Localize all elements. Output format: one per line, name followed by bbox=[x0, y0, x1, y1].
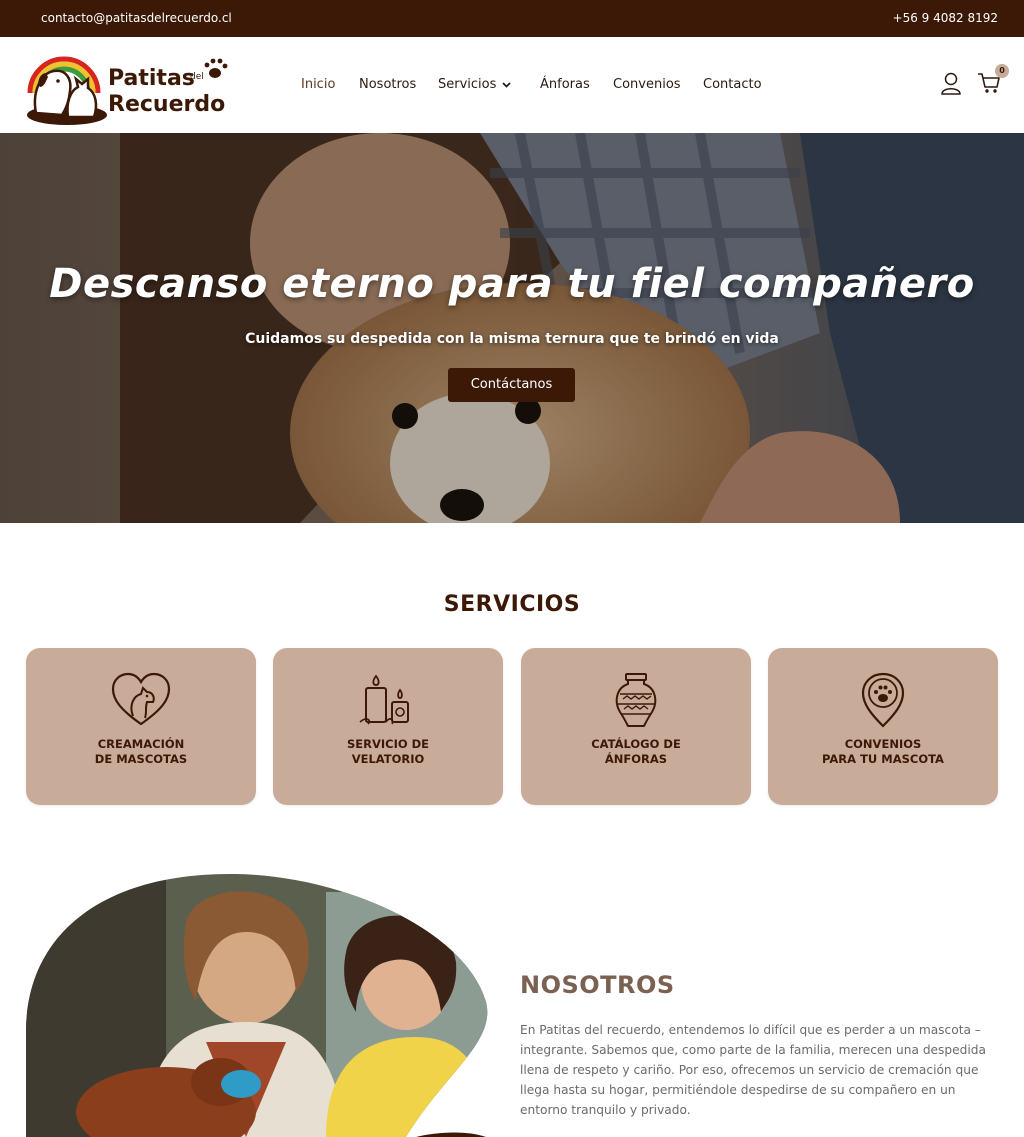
hero-subtitle: Cuidamos su despedida con la misma ternu… bbox=[245, 331, 779, 347]
service-card-cremacion[interactable]: CREAMACIÓN DE MASCOTAS bbox=[26, 648, 256, 805]
about-photo bbox=[26, 872, 488, 1137]
services-grid: CREAMACIÓN DE MASCOTAS SERVICIO DE VELATOR… bbox=[26, 648, 998, 806]
nav-contacto[interactable]: Contacto bbox=[703, 77, 762, 92]
user-icon[interactable] bbox=[940, 72, 962, 96]
nav-inicio[interactable]: Inicio bbox=[301, 77, 335, 92]
nav-nosotros[interactable]: Nosotros bbox=[359, 77, 416, 92]
nav-servicios-label: Servicios bbox=[438, 77, 497, 92]
hero-banner: Descanso eterno para tu fiel compañero C… bbox=[0, 133, 1024, 523]
nav-servicios[interactable]: Servicios bbox=[438, 77, 512, 92]
service-label: CONVENIOS PARA TU MASCOTA bbox=[822, 737, 944, 766]
service-label: CATÁLOGO DE ÁNFORAS bbox=[591, 737, 681, 766]
logo-graphic: Patitas del Recuerdo bbox=[27, 56, 228, 125]
hero-title: Descanso eterno para tu fiel compañero bbox=[49, 261, 975, 307]
top-bar: contacto@patitasdelrecuerdo.cl +56 9 408… bbox=[0, 0, 1024, 37]
logo-text-1: Patitas bbox=[108, 66, 195, 91]
contact-phone-link[interactable]: +56 9 4082 8192 bbox=[893, 11, 998, 25]
logo-text-del: del bbox=[190, 72, 204, 82]
chevron-down-icon bbox=[502, 77, 512, 92]
heart-pet-icon bbox=[111, 672, 171, 726]
service-card-velatorio[interactable]: SERVICIO DE VELATORIO bbox=[273, 648, 503, 805]
contact-button[interactable]: Contáctanos bbox=[448, 368, 575, 402]
site-logo[interactable]: Patitas del Recuerdo bbox=[22, 43, 232, 127]
cart-count-badge: 0 bbox=[995, 64, 1009, 78]
service-label: SERVICIO DE VELATORIO bbox=[346, 737, 430, 766]
candles-icon bbox=[359, 674, 409, 725]
about-title: NOSOTROS bbox=[520, 971, 675, 999]
service-label: CREAMACIÓN DE MASCOTAS bbox=[94, 737, 188, 766]
logo-text-2: Recuerdo bbox=[108, 92, 225, 117]
nav-anforas[interactable]: Ánforas bbox=[540, 77, 590, 92]
about-text: En Patitas del recuerdo, entendemos lo d… bbox=[520, 1023, 986, 1117]
paw-pin-icon bbox=[861, 672, 905, 728]
services-title: SERVICIOS bbox=[443, 592, 581, 617]
urn-icon bbox=[615, 673, 657, 727]
service-card-anforas[interactable]: CATÁLOGO DE ÁNFORAS bbox=[521, 648, 751, 805]
hero-photo bbox=[0, 133, 1024, 523]
nav-convenios[interactable]: Convenios bbox=[613, 77, 681, 92]
contact-email-link[interactable]: contacto@patitasdelrecuerdo.cl bbox=[41, 11, 232, 25]
service-card-convenios[interactable]: CONVENIOS PARA TU MASCOTA bbox=[768, 648, 998, 805]
site-header: Patitas del Recuerdo Inicio Nosotros Ser… bbox=[0, 37, 1024, 133]
